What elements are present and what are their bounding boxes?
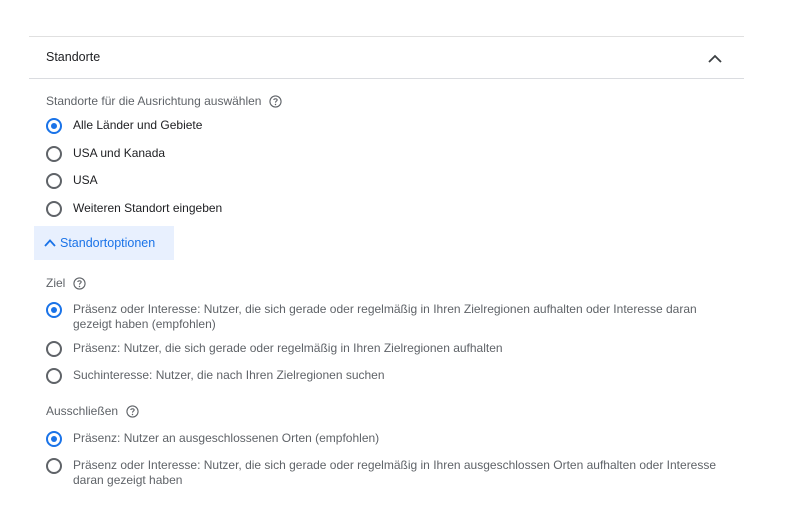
goal-option-search-interest[interactable]: Suchinteresse: Nutzer, die nach Ihren Zi… xyxy=(46,368,385,384)
help-icon[interactable] xyxy=(73,276,86,290)
exclude-label: Ausschließen xyxy=(46,404,119,418)
section-title: Standorte xyxy=(46,50,101,64)
radio-button[interactable] xyxy=(46,341,62,357)
location-options-toggle[interactable]: Standortoptionen xyxy=(34,226,174,260)
chevron-up-icon xyxy=(44,239,56,247)
chevron-up-icon xyxy=(708,54,722,63)
goal-label-row: Ziel xyxy=(46,276,86,290)
targeting-option-other[interactable]: Weiteren Standort eingeben xyxy=(46,201,222,217)
exclude-option-presence-interest[interactable]: Präsenz oder Interesse: Nutzer, die sich… xyxy=(46,458,726,488)
radio-label: Präsenz: Nutzer an ausgeschlossenen Orte… xyxy=(73,431,380,445)
exclude-option-presence[interactable]: Präsenz: Nutzer an ausgeschlossenen Orte… xyxy=(46,431,379,447)
section-header[interactable]: Standorte xyxy=(29,37,744,78)
radio-button[interactable] xyxy=(46,458,62,474)
help-icon[interactable] xyxy=(126,404,139,418)
goal-option-presence[interactable]: Präsenz: Nutzer, die sich gerade oder re… xyxy=(46,341,503,357)
radio-label: Präsenz: Nutzer, die sich gerade oder re… xyxy=(73,341,503,355)
radio-label: Suchinteresse: Nutzer, die nach Ihren Zi… xyxy=(73,368,385,382)
targeting-label: Standorte für die Ausrichtung auswählen xyxy=(46,94,262,108)
goal-label: Ziel xyxy=(46,276,66,290)
radio-label: Präsenz oder Interesse: Nutzer, die sich… xyxy=(73,302,697,331)
radio-button[interactable] xyxy=(46,146,62,162)
help-icon[interactable] xyxy=(269,94,283,108)
radio-button-checked[interactable] xyxy=(46,431,62,447)
radio-button[interactable] xyxy=(46,173,62,189)
radio-button-checked[interactable] xyxy=(46,302,62,318)
targeting-option-usa[interactable]: USA xyxy=(46,173,98,189)
targeting-option-usa-canada[interactable]: USA und Kanada xyxy=(46,146,165,162)
location-options-label: Standortoptionen xyxy=(60,236,156,250)
targeting-option-all[interactable]: Alle Länder und Gebiete xyxy=(46,118,202,134)
collapse-section-button[interactable] xyxy=(705,49,725,69)
radio-label: Weiteren Standort eingeben xyxy=(73,201,223,215)
exclude-label-row: Ausschließen xyxy=(46,404,139,418)
header-divider xyxy=(29,78,744,79)
radio-button[interactable] xyxy=(46,368,62,384)
radio-label: Präsenz oder Interesse: Nutzer, die sich… xyxy=(73,458,717,487)
radio-label: Alle Länder und Gebiete xyxy=(73,118,203,132)
radio-label: USA xyxy=(73,173,98,187)
targeting-label-row: Standorte für die Ausrichtung auswählen xyxy=(46,94,283,108)
goal-option-presence-interest[interactable]: Präsenz oder Interesse: Nutzer, die sich… xyxy=(46,302,706,332)
radio-label: USA und Kanada xyxy=(73,146,166,160)
radio-button-checked[interactable] xyxy=(46,118,62,134)
radio-button[interactable] xyxy=(46,201,62,217)
